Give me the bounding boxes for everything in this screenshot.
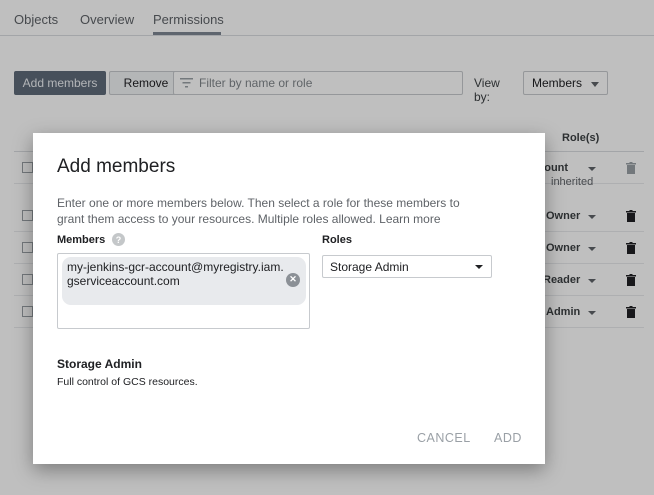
members-label: Members — [57, 234, 106, 246]
dialog-description: Enter one or more members below. Then se… — [57, 195, 487, 227]
roles-label: Roles — [322, 234, 352, 246]
add-button[interactable]: ADD — [494, 431, 522, 445]
role-title: Storage Admin — [57, 357, 142, 371]
add-members-dialog: Add members Enter one or more members be… — [33, 133, 545, 464]
help-icon[interactable]: ? — [112, 233, 125, 246]
close-icon[interactable]: ✕ — [286, 273, 300, 287]
roles-select-value: Storage Admin — [330, 259, 409, 274]
dialog-title: Add members — [57, 156, 176, 177]
cancel-button[interactable]: CANCEL — [417, 431, 471, 445]
member-chip-text: my-jenkins-gcr-account@myregistry.iam.gs… — [67, 260, 284, 288]
chevron-down-icon — [475, 265, 483, 269]
learn-more-link[interactable]: Learn more — [379, 212, 440, 226]
members-input[interactable]: my-jenkins-gcr-account@myregistry.iam.gs… — [57, 253, 310, 329]
role-description: Full control of GCS resources. — [57, 376, 198, 388]
roles-select[interactable]: Storage Admin — [322, 255, 492, 278]
member-chip: my-jenkins-gcr-account@myregistry.iam.gs… — [62, 257, 306, 305]
